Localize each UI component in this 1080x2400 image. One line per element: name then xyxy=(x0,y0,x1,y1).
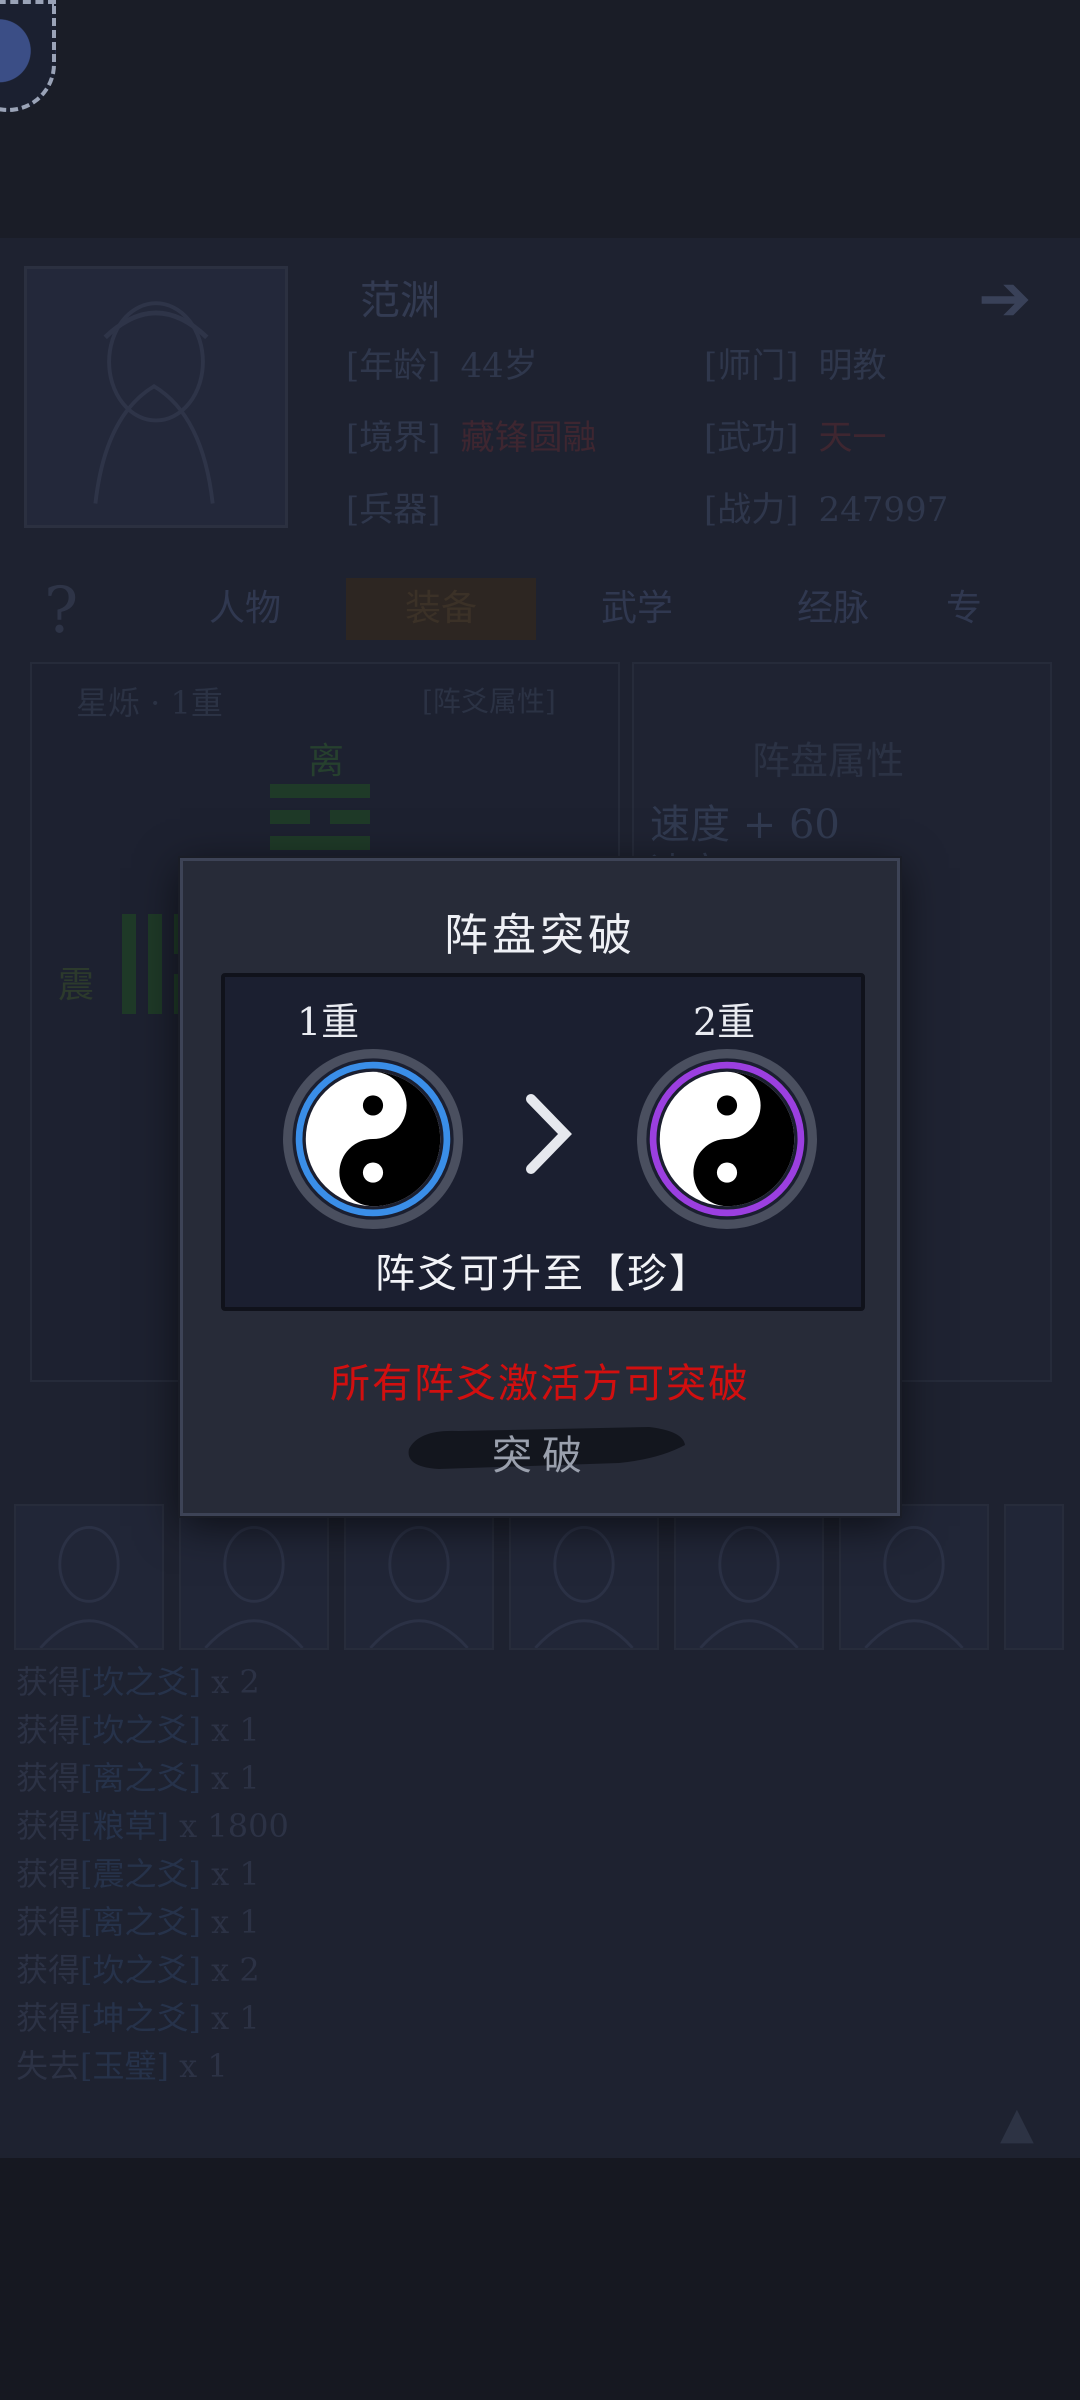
log-line: 失去[玉璧] x 1 xyxy=(16,2047,228,2085)
tab-meridians[interactable]: 经脉 xyxy=(738,578,928,640)
hero-card[interactable] xyxy=(344,1504,494,1650)
trigram-bar[interactable] xyxy=(270,810,310,824)
chevron-right-icon xyxy=(526,1094,572,1174)
hero-card[interactable] xyxy=(674,1504,824,1650)
tab-equipment[interactable]: 装备 xyxy=(346,578,536,640)
hero-list xyxy=(14,1504,1080,1652)
hero-card[interactable] xyxy=(509,1504,659,1650)
trigram-left-label: 震 xyxy=(58,965,95,1006)
hero-card[interactable] xyxy=(179,1504,329,1650)
breakthrough-requirement: 所有阵爻激活方可突破 xyxy=(330,1361,750,1407)
trigram-bar[interactable] xyxy=(122,914,136,1014)
breakthrough-button[interactable]: 突破 xyxy=(399,1417,685,1479)
trigram-bar[interactable] xyxy=(270,784,370,798)
from-level-label: 1重 xyxy=(297,1000,360,1044)
log-line: 获得[离之爻] x 1 xyxy=(16,1759,260,1797)
dialog-title: 阵盘突破 xyxy=(444,910,636,961)
info-row-age: [年龄] 44岁 xyxy=(346,346,538,386)
yin-yang-icon xyxy=(637,1049,817,1229)
bottom-area xyxy=(0,2158,1080,2400)
info-row-power: [战力] 247997 xyxy=(704,490,949,530)
character-portrait xyxy=(24,266,288,528)
tab-bar: 人物 装备 武学 经脉 专 xyxy=(150,578,1080,644)
upgrade-description: 阵爻可升至【珍】 xyxy=(375,1251,711,1297)
to-level-label: 2重 xyxy=(693,1000,756,1044)
breakthrough-dialog: 阵盘突破 1重 2重 阵爻可升至【珍】 所有阵爻激活方可突破 突破 xyxy=(180,858,900,1516)
log-line: 获得[坎之爻] x 2 xyxy=(16,1663,260,1701)
question-icon[interactable]: ? xyxy=(44,574,78,648)
tab-martial-arts[interactable]: 武学 xyxy=(542,578,732,640)
trigram-top-label: 离 xyxy=(308,741,345,782)
yin-yang-icon xyxy=(283,1049,463,1229)
log-line: 获得[坎之爻] x 1 xyxy=(16,1711,260,1749)
event-log: 获得[坎之爻] x 2 获得[坎之爻] x 1 获得[离之爻] x 1 获得[粮… xyxy=(16,1658,289,2090)
player-avatar[interactable] xyxy=(0,0,56,112)
character-name: 范渊 xyxy=(360,278,440,324)
info-row-realm: [境界] 藏锋圆融 xyxy=(346,418,597,458)
hero-card[interactable] xyxy=(839,1504,989,1650)
log-line: 获得[震之爻] x 1 xyxy=(16,1855,260,1893)
hero-card[interactable] xyxy=(1004,1504,1064,1650)
stats-title: 阵盘属性 xyxy=(752,739,905,783)
arrow-right-icon[interactable]: ➔ xyxy=(978,262,1032,336)
info-row-weapon: [兵器] xyxy=(346,490,441,530)
tab-special[interactable]: 专 xyxy=(934,578,994,640)
top-bar xyxy=(0,0,1080,238)
log-line: 获得[离之爻] x 1 xyxy=(16,1903,260,1941)
level-compare-panel: 1重 2重 阵爻可升至【珍】 xyxy=(221,973,865,1311)
hero-card[interactable] xyxy=(14,1504,164,1650)
log-line: 获得[粮草] x 1800 xyxy=(16,1807,289,1845)
formation-title: 星烁 · 1重 xyxy=(76,684,223,722)
scroll-up-icon[interactable]: ▲ xyxy=(1000,2098,1034,2149)
info-row-sect: [师门] 明教 xyxy=(704,346,887,386)
trigram-bar[interactable] xyxy=(330,810,370,824)
tab-character[interactable]: 人物 xyxy=(150,578,340,640)
log-line: 获得[坎之爻] x 2 xyxy=(16,1951,260,1989)
log-line: 获得[坤之爻] x 1 xyxy=(16,1999,260,2037)
formation-subtitle[interactable]: [阵爻属性] xyxy=(422,680,556,720)
trigram-bar[interactable] xyxy=(148,914,162,1014)
info-row-skill: [武功] 天一 xyxy=(704,418,887,458)
trigram-bar[interactable] xyxy=(270,836,370,850)
breakthrough-button-label: 突破 xyxy=(492,1433,592,1479)
